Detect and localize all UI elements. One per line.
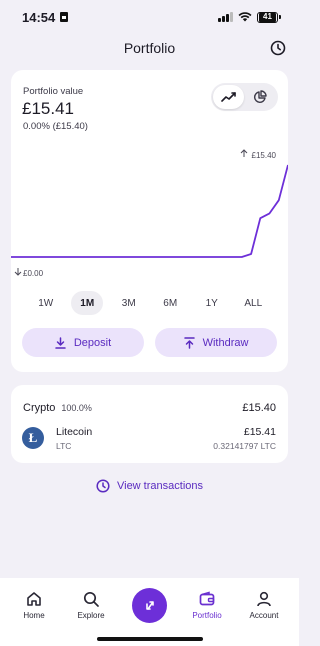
crypto-percent: 100.0% — [61, 403, 92, 413]
home-icon — [27, 592, 41, 606]
user-icon — [257, 591, 271, 607]
wallet-icon — [199, 591, 215, 606]
chart-type-toggle — [211, 83, 278, 111]
chart-max-label: £15.40 — [252, 151, 277, 160]
download-icon — [55, 336, 66, 349]
status-bar: 14:54 41 — [0, 0, 299, 34]
coin-name: Litecoin — [56, 425, 93, 438]
view-transactions-link[interactable]: View transactions — [0, 479, 299, 493]
header: Portfolio — [0, 36, 299, 60]
range-1m[interactable]: 1M — [71, 291, 104, 315]
page-title: Portfolio — [123, 40, 176, 56]
portfolio-card: Portfolio value £15.41 0.00% (£15.40) £1… — [11, 70, 288, 372]
status-left: 14:54 — [22, 9, 69, 25]
history-clock-icon[interactable] — [269, 39, 287, 57]
nav-home-label: Home — [23, 611, 45, 620]
portfolio-chart: £15.40 £0.00 — [11, 149, 288, 278]
wifi-icon — [238, 12, 252, 22]
transfer-arrows-icon — [145, 600, 154, 610]
withdraw-label: Withdraw — [202, 336, 249, 349]
range-1y[interactable]: 1Y — [196, 291, 228, 315]
coin-value: £15.41 — [243, 425, 276, 438]
battery-level: 41 — [259, 12, 276, 22]
transfer-button[interactable] — [132, 588, 167, 623]
home-indicator — [97, 637, 203, 641]
crypto-total: £15.40 — [242, 402, 276, 414]
range-6m[interactable]: 6M — [154, 291, 186, 315]
contact-card-icon — [60, 12, 69, 22]
nav-account[interactable]: Account — [239, 590, 289, 620]
battery-icon: 41 — [257, 11, 281, 23]
deposit-label: Deposit — [73, 336, 112, 349]
line-chart-icon — [220, 92, 236, 102]
deposit-button[interactable]: Deposit — [22, 328, 144, 357]
chart-series-line — [11, 164, 288, 258]
litecoin-icon: Ł — [22, 427, 44, 449]
chart-min-label: £0.00 — [23, 269, 44, 278]
nav-portfolio-label: Portfolio — [192, 611, 222, 620]
range-3m[interactable]: 3M — [113, 291, 145, 315]
crypto-card: Crypto 100.0% £15.40 Ł Litecoin LTC £15.4… — [11, 385, 288, 463]
nav-account-label: Account — [249, 611, 279, 620]
portfolio-value-label: Portfolio value — [23, 86, 84, 97]
nav-explore[interactable]: Explore — [66, 590, 116, 620]
upload-icon — [183, 336, 195, 349]
portfolio-value: £15.41 — [22, 99, 74, 118]
nav-portfolio[interactable]: Portfolio — [182, 590, 232, 620]
litecoin-row[interactable]: Ł Litecoin LTC £15.41 0.32141797 LTC — [22, 423, 276, 453]
nav-home[interactable]: Home — [9, 590, 59, 620]
range-all[interactable]: ALL — [237, 291, 269, 315]
view-transactions-label: View transactions — [116, 480, 203, 492]
pie-chart-icon — [253, 90, 267, 104]
withdraw-button[interactable]: Withdraw — [155, 328, 277, 357]
pie-chart-toggle[interactable] — [244, 85, 275, 109]
clock-icon — [96, 479, 110, 493]
action-buttons: Deposit Withdraw — [22, 328, 277, 357]
bottom-nav: Home Explore Portfolio Account — [0, 578, 299, 646]
portfolio-change: 0.00% (£15.40) — [23, 121, 88, 132]
search-icon — [83, 591, 99, 607]
signal-icon — [218, 12, 233, 22]
coin-amount: 0.32141797 LTC — [213, 440, 276, 451]
max-arrow-icon — [240, 149, 248, 157]
min-arrow-icon — [14, 268, 22, 276]
status-time: 14:54 — [22, 9, 56, 25]
coin-ticker: LTC — [56, 440, 72, 451]
time-range-selector: 1W 1M 3M 6M 1Y ALL — [11, 290, 288, 316]
status-right: 41 — [218, 11, 281, 23]
crypto-header: Crypto 100.0% £15.40 — [23, 398, 276, 416]
nav-explore-label: Explore — [77, 611, 105, 620]
line-chart-toggle[interactable] — [213, 85, 244, 109]
crypto-title: Crypto — [23, 402, 56, 414]
range-1w[interactable]: 1W — [30, 291, 62, 315]
